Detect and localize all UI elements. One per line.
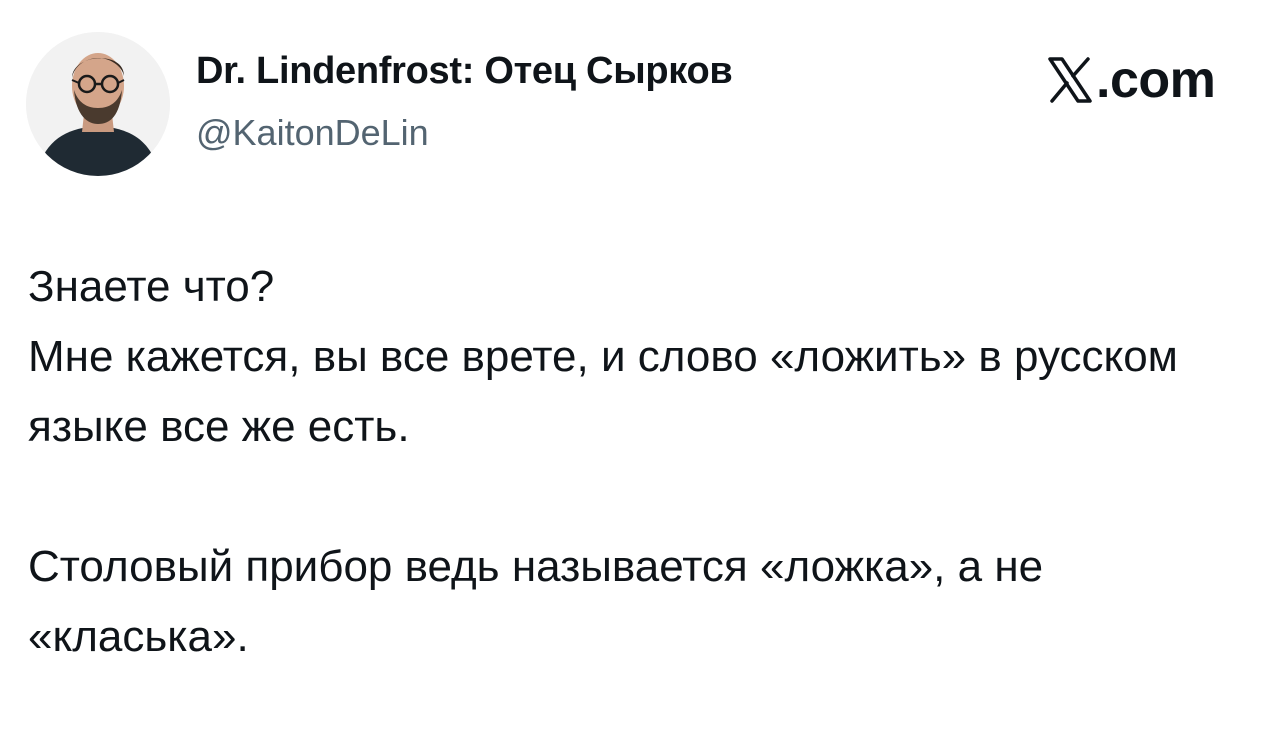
tweet-paragraph-text: Знаете что? Мне кажется, вы все врете, и… [28,262,1178,451]
x-com-brand: .com [1048,50,1216,110]
avatar-photo [26,32,170,176]
tweet-header: Dr. Lindenfrost: Отец Сырков @KaitonDeLi… [0,0,1284,200]
author-name[interactable]: Dr. Lindenfrost: Отец Сырков [196,50,733,93]
tweet-paragraph: Знаете что? Мне кажется, вы все врете, и… [28,252,1258,462]
brand-domain-text: .com [1096,51,1216,109]
avatar[interactable] [26,32,170,176]
tweet-paragraph: Столовый прибор ведь называется «ложка»,… [28,532,1258,672]
x-logo-icon [1048,57,1092,103]
tweet-paragraph-text: Столовый прибор ведь называется «ложка»,… [28,542,1044,661]
author-handle[interactable]: @KaitonDeLin [196,112,429,154]
tweet-text: Знаете что? Мне кажется, вы все врете, и… [28,252,1258,672]
